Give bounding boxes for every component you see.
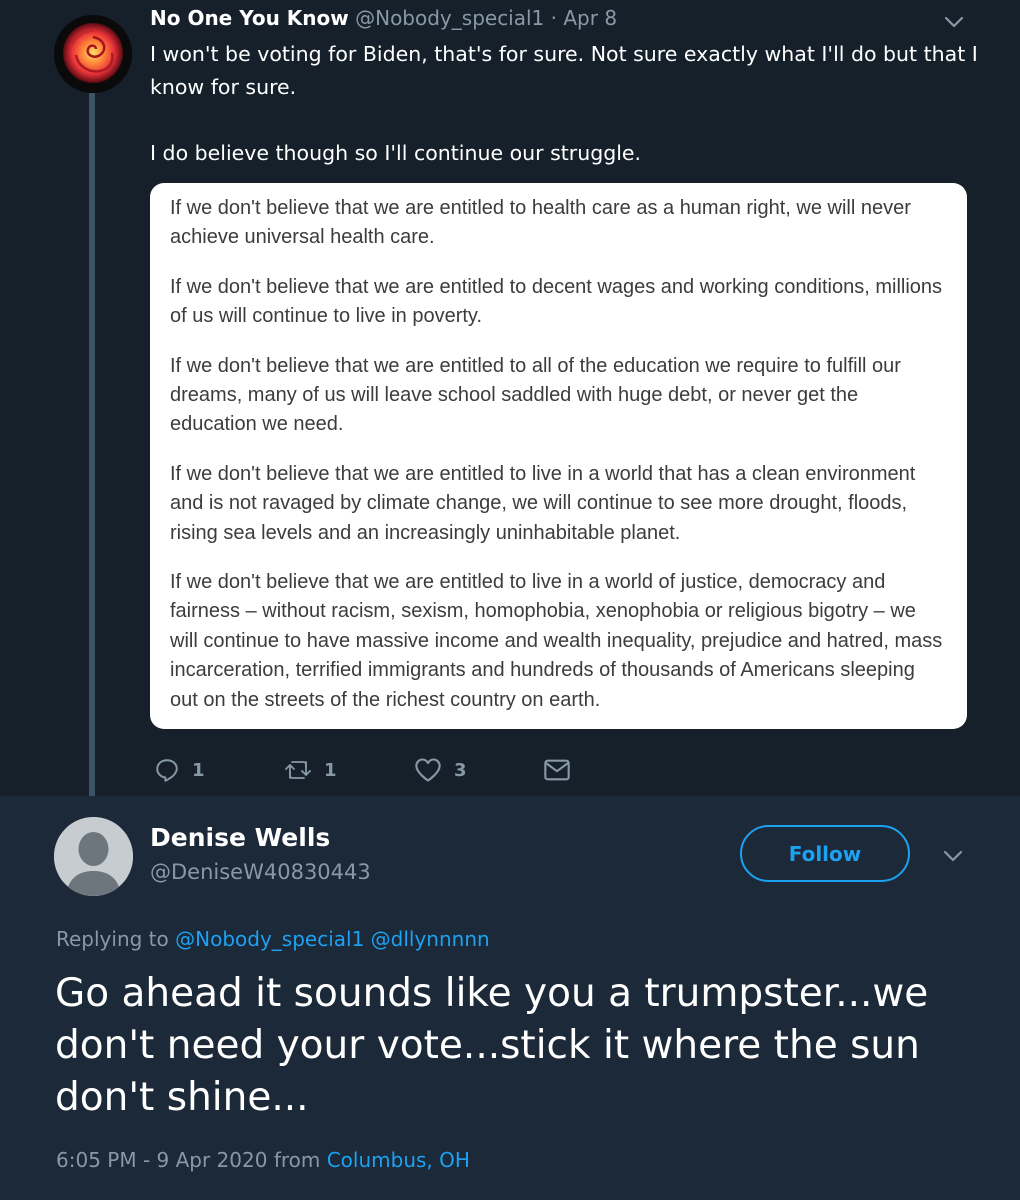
replying-to: Replying to @Nobody_special1 @dllynnnnn bbox=[56, 927, 490, 951]
quote-paragraph: If we don't believe that we are entitled… bbox=[170, 354, 901, 436]
reply-icon bbox=[156, 759, 178, 782]
tweet-meta: 6:05 PM - 9 Apr 2020 from Columbus, OH bbox=[56, 1148, 470, 1172]
default-profile-icon bbox=[54, 817, 133, 896]
chevron-down-icon[interactable] bbox=[942, 10, 966, 34]
main-tweet[interactable]: Denise Wells @DeniseW40830443 Follow Rep… bbox=[0, 796, 1020, 1200]
like-button[interactable]: 3 bbox=[414, 755, 467, 785]
rose-avatar-image bbox=[54, 15, 132, 93]
reply-mention-link[interactable]: @Nobody_special1 bbox=[175, 927, 364, 951]
thread-line bbox=[89, 92, 95, 806]
reply-count: 1 bbox=[192, 759, 205, 781]
parent-tweet[interactable]: No One You Know @Nobody_special1 · Apr 8… bbox=[0, 0, 1020, 806]
quote-paragraph: If we don't believe that we are entitled… bbox=[170, 571, 943, 711]
quote-image[interactable]: If we don't believe that we are entitled… bbox=[150, 183, 967, 729]
quote-paragraph: If we don't believe that we are entitled… bbox=[170, 197, 911, 249]
direct-message-button[interactable] bbox=[543, 755, 571, 785]
retweet-count: 1 bbox=[324, 759, 337, 781]
display-name[interactable]: No One You Know bbox=[150, 6, 349, 30]
heart-icon bbox=[415, 758, 441, 782]
tweet-text-line: I won't be voting for Biden, that's for … bbox=[150, 42, 978, 99]
tweet-text-line: I do believe though so I'll continue our… bbox=[150, 141, 642, 165]
quote-paragraph: If we don't believe that we are entitled… bbox=[170, 462, 916, 544]
location-link[interactable]: Columbus, OH bbox=[327, 1148, 470, 1172]
tweet-timestamp[interactable]: 6:05 PM - 9 Apr 2020 from bbox=[56, 1148, 320, 1172]
reply-mention-link[interactable]: @dllynnnnn bbox=[371, 927, 490, 951]
replying-prefix: Replying to bbox=[56, 927, 169, 951]
tweet-actions: 1 1 3 bbox=[0, 755, 1020, 785]
avatar[interactable] bbox=[54, 817, 133, 896]
envelope-icon bbox=[544, 759, 570, 781]
retweet-button[interactable]: 1 bbox=[284, 755, 337, 785]
tweet-header: No One You Know @Nobody_special1 · Apr 8 bbox=[150, 6, 617, 30]
reply-button[interactable]: 1 bbox=[154, 755, 205, 785]
retweet-icon bbox=[285, 761, 311, 779]
tweet-text: Go ahead it sounds like you a trumpster.… bbox=[55, 971, 929, 1120]
separator: · bbox=[550, 6, 557, 30]
avatar[interactable] bbox=[54, 15, 132, 93]
quote-paragraph: If we don't believe that we are entitled… bbox=[170, 275, 943, 328]
display-name[interactable]: Denise Wells bbox=[150, 823, 330, 852]
tweet-text: I won't be voting for Biden, that's for … bbox=[150, 38, 980, 170]
follow-button[interactable]: Follow bbox=[740, 825, 910, 882]
like-count: 3 bbox=[454, 759, 467, 781]
handle[interactable]: @Nobody_special1 bbox=[355, 6, 544, 30]
chevron-down-icon[interactable] bbox=[941, 844, 965, 868]
tweet-date[interactable]: Apr 8 bbox=[563, 6, 617, 30]
handle[interactable]: @DeniseW40830443 bbox=[150, 860, 371, 884]
